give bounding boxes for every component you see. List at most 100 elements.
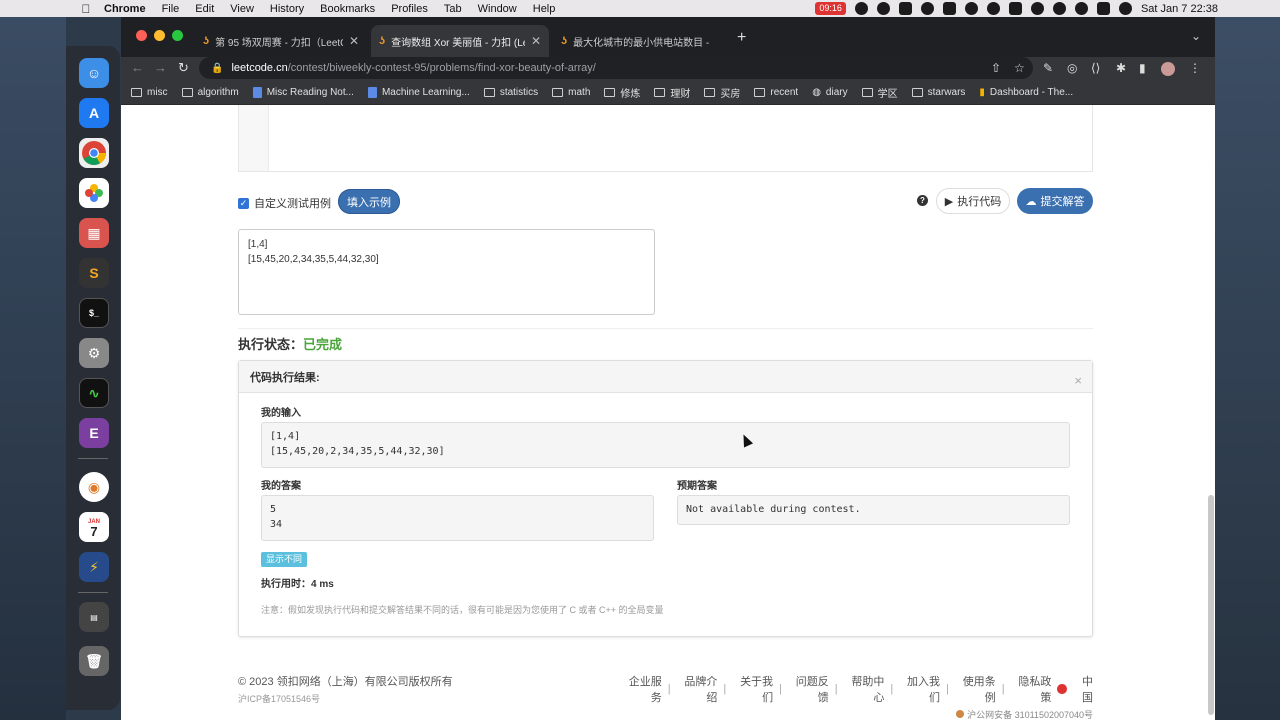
menu-window[interactable]: Window bbox=[478, 3, 517, 15]
minimize-window-button[interactable] bbox=[154, 30, 165, 41]
bookmark-algorithm[interactable]: algorithm bbox=[181, 87, 239, 98]
trash-icon[interactable]: 🗑 bbox=[79, 646, 109, 676]
footer-link-enterprise[interactable]: 企业服务 bbox=[621, 673, 662, 705]
photos-icon[interactable] bbox=[79, 178, 109, 208]
vpn-icon[interactable]: ◉ bbox=[79, 472, 109, 502]
side-panel-icon[interactable]: ▮ bbox=[1139, 61, 1146, 75]
address-bar[interactable]: 🔒 leetcode.cn/contest/biweekly-contest-9… bbox=[199, 57, 1033, 79]
footer-link-help[interactable]: 帮助中心 bbox=[844, 673, 884, 705]
sublime-text-icon[interactable]: S bbox=[79, 258, 109, 288]
lightning-icon[interactable] bbox=[854, 2, 868, 15]
bookmark-starwars[interactable]: starwars bbox=[911, 87, 965, 98]
menu-file[interactable]: File bbox=[162, 3, 180, 15]
bookmark-licai[interactable]: 理财 bbox=[654, 85, 690, 100]
code-editor[interactable] bbox=[238, 105, 1093, 172]
profile-avatar[interactable] bbox=[1161, 62, 1175, 76]
footer-link-jobs[interactable]: 加入我们 bbox=[899, 673, 940, 705]
chrome-icon[interactable] bbox=[79, 138, 109, 168]
search-icon[interactable] bbox=[1074, 2, 1088, 15]
reload-icon[interactable]: ↻ bbox=[178, 60, 189, 76]
tab-search-chevron-icon[interactable]: ⌄ bbox=[1191, 29, 1201, 43]
menu-view[interactable]: View bbox=[230, 3, 254, 15]
extension-icon[interactable]: ⟨⟩ bbox=[1091, 61, 1100, 75]
custom-test-toggle[interactable]: ✓ 自定义测试用例 bbox=[238, 195, 331, 211]
menu-profiles[interactable]: Profiles bbox=[391, 3, 428, 15]
bookmark-recent[interactable]: recent bbox=[754, 87, 798, 98]
play-icon[interactable] bbox=[964, 2, 978, 15]
page-scrollbar[interactable] bbox=[1208, 495, 1214, 715]
menu-history[interactable]: History bbox=[270, 3, 304, 15]
drive-icon[interactable] bbox=[898, 2, 912, 15]
app-store-icon[interactable]: A bbox=[79, 98, 109, 128]
calendar-icon[interactable]: JAN 7 bbox=[79, 512, 109, 542]
fill-example-button[interactable]: 填入示例 bbox=[338, 189, 400, 214]
headphones-icon[interactable] bbox=[920, 2, 934, 15]
tab-close-icon[interactable]: ✕ bbox=[531, 34, 541, 48]
control-center-icon[interactable] bbox=[1096, 2, 1110, 15]
footer-link-privacy[interactable]: 隐私政策 bbox=[1011, 673, 1051, 705]
bookmark-diary[interactable]: ◍ diary bbox=[812, 87, 847, 98]
footer-link-brand[interactable]: 品牌介绍 bbox=[677, 673, 717, 705]
bookmark-misc[interactable]: misc bbox=[131, 87, 168, 98]
region-selector[interactable]: 中国 bbox=[1073, 673, 1093, 705]
tab-power-stations[interactable]: ʖ 最大化城市的最小供电站数目 - bbox=[553, 25, 723, 57]
google-icon[interactable] bbox=[876, 2, 890, 15]
new-tab-icon[interactable]: + bbox=[737, 29, 746, 47]
menu-tab[interactable]: Tab bbox=[444, 3, 462, 15]
tab-xor-beauty[interactable]: ʖ 查询数组 Xor 美丽值 - 力扣 (Le ✕ bbox=[371, 25, 549, 57]
icp-link[interactable]: 沪ICP备17051546号 bbox=[238, 692, 453, 705]
bookmark-maifang[interactable]: 买房 bbox=[704, 85, 740, 100]
bluetooth-icon[interactable] bbox=[986, 2, 1000, 15]
back-arrow-icon[interactable]: ← bbox=[131, 60, 144, 75]
footer-link-feedback[interactable]: 问题反馈 bbox=[788, 673, 829, 705]
share-icon[interactable]: ⇧ bbox=[991, 61, 1001, 75]
kebab-menu-icon[interactable]: ⋮ bbox=[1189, 61, 1201, 75]
bookmark-xuequ[interactable]: 学区 bbox=[861, 85, 898, 100]
show-diff-button[interactable]: 显示不同 bbox=[261, 552, 308, 567]
bookmark-misc-reading[interactable]: Misc Reading Not... bbox=[252, 87, 354, 98]
menu-edit[interactable]: Edit bbox=[195, 3, 214, 15]
run-code-button[interactable]: ▶ 执行代码 bbox=[936, 188, 1010, 214]
extension-icon[interactable]: ◎ bbox=[1067, 61, 1077, 75]
zoom-window-button[interactable] bbox=[172, 30, 183, 41]
bookmark-star-icon[interactable]: ☆ bbox=[1014, 61, 1025, 75]
bookmark-statistics[interactable]: statistics bbox=[483, 87, 538, 98]
text-icon[interactable] bbox=[942, 2, 956, 15]
launchpad-icon[interactable]: ▦ bbox=[79, 218, 109, 248]
bookmark-dashboard[interactable]: ▮ Dashboard - The... bbox=[979, 87, 1073, 98]
menubar-clock[interactable]: Sat Jan 7 22:38 bbox=[1141, 3, 1218, 15]
police-record[interactable]: 沪公网安备 31011502007040号 bbox=[621, 708, 1093, 720]
close-window-button[interactable] bbox=[136, 30, 147, 41]
testcase-textarea[interactable]: [1,4] [15,45,20,2,34,35,5,44,32,30] bbox=[238, 229, 655, 315]
menu-help[interactable]: Help bbox=[533, 3, 556, 15]
close-icon[interactable]: × bbox=[1074, 373, 1082, 388]
activity-monitor-icon[interactable]: ∿ bbox=[79, 378, 109, 408]
help-icon[interactable]: ? bbox=[917, 195, 928, 206]
custom-test-checkbox[interactable]: ✓ bbox=[238, 197, 249, 209]
extension-icon[interactable]: ✎ bbox=[1043, 61, 1053, 75]
system-preferences-icon[interactable]: ⚙ bbox=[79, 338, 109, 368]
siri-icon[interactable] bbox=[1118, 2, 1132, 15]
tab-contest[interactable]: ʖ 第 95 场双周赛 - 力扣（LeetCo ✕ bbox=[195, 25, 367, 57]
terminal-icon[interactable]: $_ bbox=[79, 298, 109, 328]
battery-icon[interactable] bbox=[1008, 2, 1022, 15]
menu-bookmarks[interactable]: Bookmarks bbox=[320, 3, 375, 15]
submit-button[interactable]: ☁ 提交解答 bbox=[1017, 188, 1093, 214]
forward-arrow-icon[interactable]: → bbox=[154, 60, 167, 75]
emacs-icon[interactable]: E bbox=[79, 418, 109, 448]
screenshot-stack-icon[interactable]: ▤ bbox=[79, 602, 109, 632]
tab-close-icon[interactable]: ✕ bbox=[349, 34, 359, 48]
reeder-icon[interactable]: ⚡ bbox=[79, 552, 109, 582]
bookmark-xiulian[interactable]: 修炼 bbox=[604, 85, 640, 100]
user-icon[interactable] bbox=[1052, 2, 1066, 15]
recording-indicator[interactable]: 09:16 bbox=[815, 2, 846, 15]
footer-link-terms[interactable]: 使用条例 bbox=[955, 673, 996, 705]
lock-icon[interactable]: 🔒 bbox=[211, 63, 223, 74]
apple-menu-icon[interactable]:  bbox=[78, 2, 94, 16]
footer-link-about[interactable]: 关于我们 bbox=[732, 673, 773, 705]
finder-icon[interactable]: ☺ bbox=[79, 58, 109, 88]
bookmark-math[interactable]: math bbox=[552, 87, 590, 98]
bookmark-machine-learning[interactable]: Machine Learning... bbox=[367, 87, 470, 98]
extensions-puzzle-icon[interactable]: ✱ bbox=[1116, 61, 1126, 75]
wifi-icon[interactable] bbox=[1030, 2, 1044, 15]
